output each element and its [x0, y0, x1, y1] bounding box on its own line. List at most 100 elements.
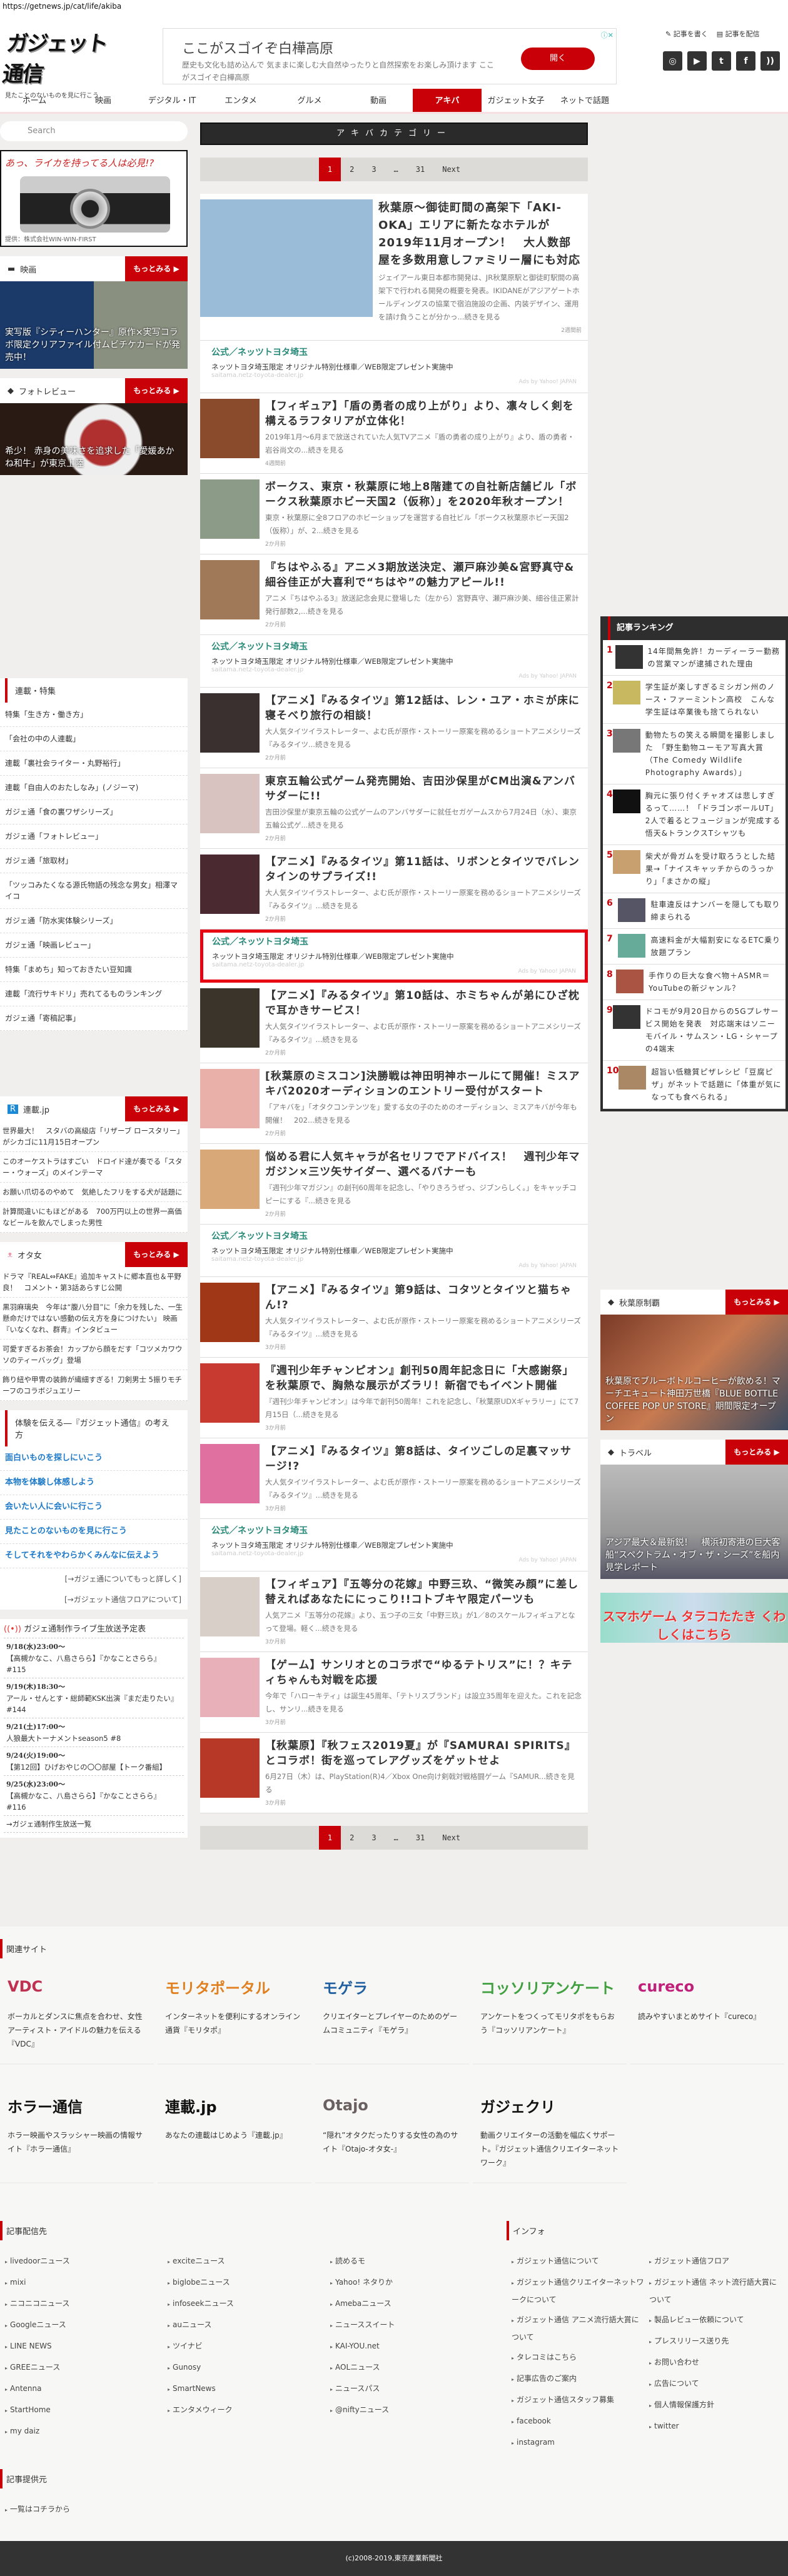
article-thumbnail[interactable] — [200, 1577, 260, 1636]
nav-item[interactable]: グルメ — [275, 89, 344, 112]
site-logo[interactable]: モリタポータル — [165, 1971, 304, 2002]
ranking-item[interactable]: 8 手作りの巨大な食べ物＋ASMR＝YouTubeの新ジャンル？ — [603, 965, 785, 1000]
sponsored-ad[interactable]: 公式／ネッツトヨタ埼玉 ネッツトヨタ埼玉限定 オリジナル特別仕様車／WEB限定プレ… — [200, 341, 588, 393]
site-logo[interactable]: Otajo — [323, 2090, 462, 2121]
rensai-link[interactable]: お願い爪切るのやめて 気絶したフリをする犬が話題に — [0, 1183, 188, 1202]
more-button[interactable]: もっとみる ▶ — [125, 1242, 188, 1267]
ad-open-button[interactable]: 開く — [521, 48, 595, 70]
otajo-link[interactable]: 黒羽麻璃央 今年は“腹八分目”に「余力を残した、一生懸命だけではない感動の伝え方… — [0, 1298, 188, 1340]
article-item[interactable]: ボークス、東京・秋葉原に地上8階建ての自社新店舗ビル「ボークス秋葉原ホビー天国2… — [200, 474, 588, 554]
nav-item[interactable]: 動画 — [344, 89, 413, 112]
related-site[interactable]: ホラー通信 ホラー映画やスラッシャー映画の情報サイト『ホラー通信』 — [0, 2090, 154, 2183]
distribution-link[interactable]: auニュース — [163, 2317, 325, 2334]
related-site[interactable]: cureco 読みやすいまとめサイト『cureco』 — [630, 1971, 784, 2065]
more-button[interactable]: もっとみる ▶ — [725, 1290, 788, 1315]
distribution-link[interactable]: KAI-YOU.net — [325, 2338, 488, 2355]
article-item[interactable]: 【秋葉原】『秋フェス2019夏』が『SAMURAI SPIRITS』とコラボ！街… — [200, 1733, 588, 1813]
rensai-link[interactable]: 計算間違いにもほどがある 700万円以上の世界一高価なビールを飲んでしまった男性 — [0, 1202, 188, 1233]
ad-close-icon[interactable]: ⓘ✕ — [601, 30, 614, 40]
info-link[interactable]: 製品レビュー依頼について — [644, 2312, 782, 2329]
rss-icon[interactable]: )) — [760, 51, 780, 71]
distribution-link[interactable]: LINE NEWS — [0, 2338, 163, 2355]
info-link[interactable]: お問い合わせ — [644, 2354, 782, 2372]
series-link[interactable]: 「会社の中の人連載」 — [0, 727, 188, 751]
page-link[interactable]: 2 — [341, 1826, 363, 1850]
ad-title[interactable]: 公式／ネッツトヨタ埼玉 — [211, 1524, 577, 1536]
site-logo[interactable]: ガジェクリ — [480, 2090, 619, 2121]
article-title[interactable]: ボークス、東京・秋葉原に地上8階建ての自社新店舗ビル「ボークス秋葉原ホビー天国2… — [265, 479, 582, 509]
article-title[interactable]: 【アニメ】『みるタイツ』第8話は、タイツごしの足裏マッサージ!? — [265, 1444, 582, 1474]
ranking-item[interactable]: 5 柴犬が骨ガムを受け取ろうとした結果→「ナイスキャッチからのうっかり」「まさかの… — [603, 845, 785, 893]
movie-feature[interactable]: 実写版『シティーハンター』原作×実写コラボ限定クリアファイル付ムビチケカードが発… — [0, 281, 188, 369]
otajo-link[interactable]: 可愛すぎるお茶会！カップから顔をだす「コツメカワウソのティーバッグ」登場 — [0, 1340, 188, 1370]
series-link[interactable]: 特集「まめち」知っておきたい豆知識 — [0, 958, 188, 982]
nav-item[interactable]: ガジェット女子 — [482, 89, 550, 112]
article-title[interactable]: 【ゲーム】サンリオとのコラボで“ゆるテトリス”に！？キティちゃんも対戦を応援 — [265, 1658, 582, 1688]
series-link[interactable]: ガジェ通「寄稿記事」 — [0, 1006, 188, 1031]
next-page-link[interactable]: Next — [433, 1826, 469, 1850]
next-page-link[interactable]: Next — [433, 158, 469, 181]
otajo-link[interactable]: ドラマ『REAL⇔FAKE』追加キャストに郷本直也＆平野良！ コメント・第3話あ… — [0, 1267, 188, 1298]
youtube-icon[interactable]: ▶ — [687, 51, 707, 71]
distribution-link[interactable]: livedoorニュース — [0, 2253, 163, 2270]
rank-title[interactable]: 超旨い低糖質ピザレシピ「豆腐ピザ」がネットで話題に「体重が気になっても食べられる… — [651, 1066, 782, 1103]
rank-title[interactable]: 柴犬が骨ガムを受け取ろうとした結果→「ナイスキャッチからのうっかり」「まさかの縦… — [645, 850, 782, 888]
distribution-link[interactable]: mixi — [0, 2274, 163, 2292]
info-link[interactable]: 記事広告のご案内 — [507, 2370, 644, 2388]
philosophy-link[interactable]: 本物を体験し体感しよう — [0, 1471, 188, 1495]
series-link[interactable]: ガジェ通「食の裏ワザシリーズ」 — [0, 800, 188, 824]
article-item[interactable]: 『ちはやふる』アニメ3期放送決定、瀬戸麻沙美&宮野真守&細谷佳正が大喜利で“ちは… — [200, 554, 588, 635]
related-site[interactable]: Otajo “隠れ”オタクだったりする女性の為のサイト『Otajo-オタ女-』 — [315, 2090, 469, 2183]
rank-title[interactable]: 学生証が楽しすぎるミシガン州のノース・ファーミントン高校 こんな学生証は卒業後も… — [645, 681, 782, 718]
article-thumbnail[interactable] — [200, 560, 260, 619]
article-thumbnail[interactable] — [200, 1283, 260, 1342]
series-link[interactable]: 連載「裏社会ライター・丸野裕行」 — [0, 751, 188, 776]
philosophy-link[interactable]: 見たことのないものを見に行こう — [0, 1520, 188, 1544]
distribution-link[interactable]: infoseekニュース — [163, 2295, 325, 2313]
tarako-game-banner[interactable]: スマホゲーム タラコたたき くわしくはこちら — [600, 1593, 788, 1643]
nav-item[interactable]: デジタル・IT — [138, 89, 206, 112]
distribution-link[interactable]: @niftyニュース — [325, 2402, 488, 2419]
article-title[interactable]: 【アニメ】『みるタイツ』第10話は、ホミちゃんが弟にひざ枕で耳かきサービス！ — [265, 988, 582, 1018]
article-title[interactable]: 【フィギュア】『五等分の花嫁』中野三玖、“微笑み顔”に差し替えればあなたににっこ… — [265, 1577, 582, 1607]
page-link[interactable]: 3 — [363, 1826, 385, 1850]
sidebar-ad[interactable]: あっ、ライカを持ってる人は必見!? 提供：株式会社WIN-WIN-FIRST — [0, 150, 188, 247]
related-site[interactable]: モゲラ クリエイターとプレイヤーのためのゲームコミュニティ『モゲラ』 — [315, 1971, 469, 2065]
info-link[interactable]: 広告について — [644, 2375, 782, 2393]
site-logo[interactable]: cureco — [638, 1971, 777, 2002]
article-title[interactable]: 悩める君に人気キャラが名セリフでアドバイス！ 週刊少年マガジン×三ツ矢サイダー、… — [265, 1150, 582, 1180]
write-article-link[interactable]: ✎ 記事を書く — [665, 29, 708, 39]
travel-feature[interactable]: アジア最大＆最新鋭！ 横浜初寄港の巨大客船“スペクトラム・オブ・ザ・シーズ”を船… — [600, 1465, 788, 1579]
page-link[interactable]: 3 — [363, 158, 385, 181]
info-link[interactable]: ガジェット通信について — [507, 2253, 644, 2270]
ranking-item[interactable]: 6 駐車違反はナンバーを隠しても取り締まられる — [603, 893, 785, 929]
distribution-link[interactable]: GREEニュース — [0, 2359, 163, 2377]
distribution-link[interactable]: ニュースパス — [325, 2380, 488, 2398]
series-link[interactable]: ガジェ通「防水実体験シリーズ」 — [0, 909, 188, 933]
sponsored-ad[interactable]: 公式／ネッツトヨタ埼玉 ネッツトヨタ埼玉限定 オリジナル特別仕様車／WEB限定プレ… — [200, 1225, 588, 1277]
info-link[interactable]: ガジェット通信クリエイターネットワークについて — [507, 2274, 644, 2308]
floor-link[interactable]: [→ガジェット通信フロアについて] — [0, 1589, 188, 1610]
page-link[interactable]: 1 — [318, 1826, 341, 1850]
article-item[interactable]: 【アニメ】『みるタイツ』第11話は、リボンとタイツでバレンタインのサプライズ!!… — [200, 849, 588, 930]
info-link[interactable]: ガジェット通信 ネット流行語大賞について — [644, 2274, 782, 2308]
sponsored-ad[interactable]: 公式／ネッツトヨタ埼玉 ネッツトヨタ埼玉限定 オリジナル特別仕様車／WEB限定プレ… — [200, 1519, 588, 1571]
article-title[interactable]: 秋葉原～御徒町間の高架下「AKI-OKA」エリアに新たなホテルが2019年11月… — [378, 199, 582, 269]
source-list-link[interactable]: 一覧はコチラから — [0, 2501, 163, 2518]
article-title[interactable]: 『ちはやふる』アニメ3期放送決定、瀬戸麻沙美&宮野真守&細谷佳正が大喜利で“ちは… — [265, 560, 582, 590]
series-link[interactable]: 連載「自由人のおたしなみ」(ノジーマ) — [0, 776, 188, 800]
more-button[interactable]: もっとみる ▶ — [725, 1440, 788, 1465]
ad-title[interactable]: 公式／ネッツトヨタ埼玉 — [212, 935, 576, 948]
live-item[interactable]: 9/19(木)18:30～ アール・せんとす・総師範KSK出演『まだ走りたい』#1… — [4, 1678, 184, 1718]
distribution-link[interactable]: ニコニコニュース — [0, 2295, 163, 2313]
deliver-article-link[interactable]: ▤ 記事を配信 — [717, 29, 760, 39]
page-link[interactable]: 2 — [341, 158, 363, 181]
ranking-item[interactable]: 7 高速料金が大幅割安になるETC乗り放題プラン — [603, 929, 785, 965]
live-item[interactable]: 9/25(水)23:00～ 【高槻かなこ、八島さらら】『かなことさらら』 #116 — [4, 1776, 184, 1816]
article-item[interactable]: 【アニメ】『みるタイツ』第9話は、コタツとタイツと猫ちゃん!? 大人気タイツイラス… — [200, 1277, 588, 1358]
article-thumbnail[interactable] — [200, 1069, 260, 1128]
nav-item[interactable]: ネットで話題 — [550, 89, 619, 112]
about-link[interactable]: [→ガジェ通についてもっと詳しく] — [0, 1568, 188, 1589]
page-link[interactable]: 1 — [318, 158, 341, 181]
series-link[interactable]: ガジェ通「映画レビュー」 — [0, 933, 188, 958]
